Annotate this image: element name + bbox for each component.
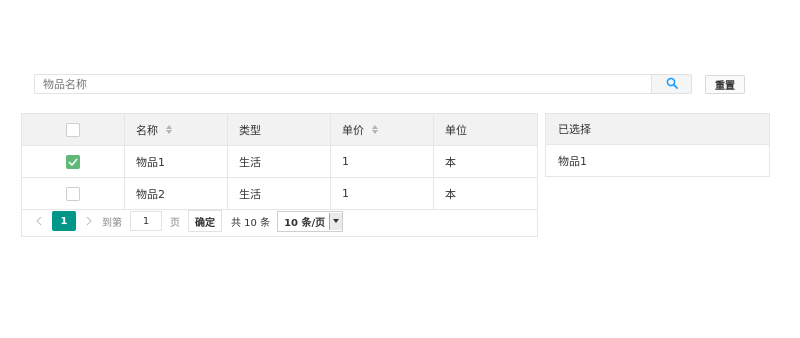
table-row[interactable]: 物品2 生活 1 本: [22, 178, 537, 209]
cell-price: 1: [331, 178, 434, 209]
caret-down-icon: [329, 212, 343, 230]
selected-panel: 已选择 物品1: [545, 113, 770, 177]
selected-item[interactable]: 物品1: [546, 145, 769, 176]
next-page-button[interactable]: [82, 216, 96, 226]
goto-confirm-button[interactable]: 确定: [188, 210, 222, 232]
current-page-button[interactable]: 1: [52, 211, 76, 231]
goto-prefix-label: 到第: [102, 217, 122, 229]
row-checkbox-cell: [22, 178, 125, 209]
header-checkbox-cell: [22, 114, 125, 145]
search-button[interactable]: [651, 74, 692, 94]
select-all-checkbox[interactable]: [66, 122, 80, 137]
goto-suffix-label: 页: [170, 217, 180, 229]
column-header-price[interactable]: 单价: [331, 114, 434, 145]
items-table: 名称 类型 单价 单位 物品1 生活 1 本 物品2 生活 1 本: [21, 113, 538, 210]
column-header-label: 名称: [136, 123, 158, 137]
check-icon: [68, 158, 78, 166]
search-input[interactable]: [34, 74, 652, 94]
cell-name: 物品2: [125, 178, 228, 209]
reset-button[interactable]: 重置: [705, 75, 745, 94]
page-size-select[interactable]: 10 条/页: [277, 210, 344, 232]
page-size-value: 10 条/页: [284, 217, 326, 229]
search-icon: [666, 77, 678, 92]
row-checkbox[interactable]: [66, 154, 80, 169]
cell-type: 生活: [228, 178, 331, 209]
column-header-name[interactable]: 名称: [125, 114, 228, 145]
table-row[interactable]: 物品1 生活 1 本: [22, 146, 537, 178]
table-header-row: 名称 类型 单价 单位: [22, 114, 537, 146]
goto-page-input[interactable]: [130, 211, 162, 231]
cell-unit: 本: [445, 155, 456, 169]
selected-panel-title: 已选择: [546, 114, 769, 145]
column-header-label: 单位: [445, 123, 467, 137]
prev-page-button[interactable]: [32, 216, 46, 226]
row-checkbox-cell: [22, 146, 125, 177]
row-checkbox[interactable]: [66, 186, 80, 201]
sort-icon[interactable]: [372, 125, 378, 134]
chevron-left-icon: [36, 216, 42, 226]
column-header-type: 类型: [228, 114, 331, 145]
cell-name: 物品1: [125, 146, 228, 177]
chevron-right-icon: [86, 216, 92, 226]
cell-unit: 本: [445, 187, 456, 201]
total-count: 共 10 条: [231, 217, 271, 229]
cell-type: 生活: [228, 146, 331, 177]
column-header-label: 单价: [342, 123, 364, 137]
pagination: 1 到第 页 确定 共 10 条 10 条/页: [21, 206, 538, 237]
column-header-label: 类型: [239, 123, 261, 137]
column-header-unit: 单位: [434, 114, 537, 145]
sort-icon[interactable]: [166, 125, 172, 134]
cell-price: 1: [331, 146, 434, 177]
